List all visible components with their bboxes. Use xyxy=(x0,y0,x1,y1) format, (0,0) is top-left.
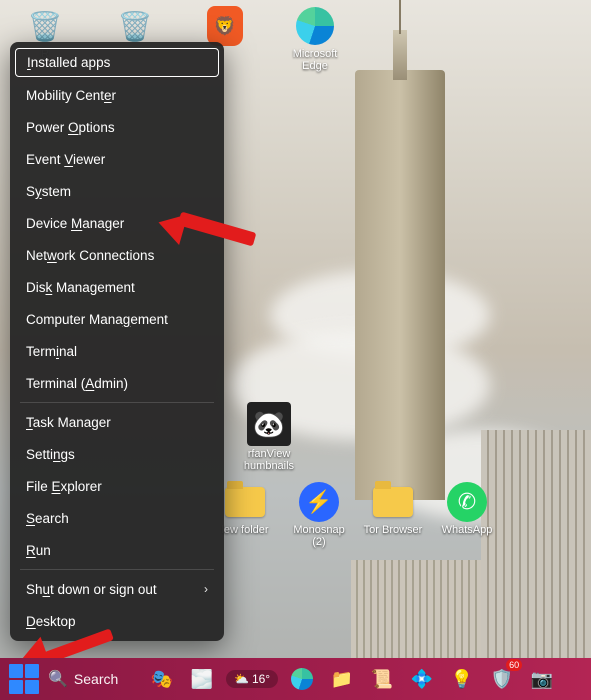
winx-item-installed-apps[interactable]: Installed apps xyxy=(15,48,219,77)
menu-item-label: Network Connections xyxy=(26,248,154,263)
menu-item-label: Computer Management xyxy=(26,312,168,327)
edge-icon xyxy=(293,6,337,46)
brave-icon: 🦁 xyxy=(203,6,247,46)
weather-icon: ⛅ xyxy=(234,672,249,686)
taskbar-pinned-app[interactable]: 📷 xyxy=(526,663,558,695)
winx-item-search[interactable]: Search xyxy=(10,502,224,534)
taskbar-weather-widget[interactable]: ⛅ 16° xyxy=(226,670,278,688)
menu-item-label: Desktop xyxy=(26,614,76,629)
folder-icon xyxy=(223,482,267,522)
desktop-icon-microsoft-edge[interactable]: Microsoft Edge xyxy=(282,6,348,72)
winx-item-terminal[interactable]: Terminal xyxy=(10,335,224,367)
folder-icon xyxy=(371,482,415,522)
desktop: 🗑️ R 🗑️ 🦁 Microsoft Edge 🐼 rfanView humb… xyxy=(0,0,591,700)
winx-item-computer-management[interactable]: Computer Management xyxy=(10,303,224,335)
taskbar-pinned-app[interactable]: 🛡️ 60 xyxy=(486,663,518,695)
desktop-icon-label: Monosnap (2) xyxy=(286,524,352,548)
winx-item-power-options[interactable]: Power Options xyxy=(10,111,224,143)
winx-power-menu: Installed apps Mobility Center Power Optio… xyxy=(10,42,224,641)
taskbar-pinned-app[interactable]: 🎭 xyxy=(146,663,178,695)
app-icon: 📷 xyxy=(531,669,553,690)
desktop-icon-tor-browser[interactable]: Tor Browser xyxy=(360,482,426,548)
winx-item-file-explorer[interactable]: File Explorer xyxy=(10,470,224,502)
taskbar-pinned-edge[interactable] xyxy=(286,663,318,695)
menu-item-label: Terminal xyxy=(26,344,77,359)
menu-item-label: Mobility Center xyxy=(26,88,116,103)
winx-item-settings[interactable]: Settings xyxy=(10,438,224,470)
winx-item-system[interactable]: System xyxy=(10,175,224,207)
taskbar-pinned-app[interactable]: 💠 xyxy=(406,663,438,695)
winx-item-desktop[interactable]: Desktop xyxy=(10,605,224,637)
desktop-icon-label: Tor Browser xyxy=(364,524,423,536)
menu-item-label: Power Options xyxy=(26,120,115,135)
desktop-icon-monosnap[interactable]: ⚡ Monosnap (2) xyxy=(286,482,352,548)
winx-item-network-connections[interactable]: Network Connections xyxy=(10,239,224,271)
menu-item-label: Settings xyxy=(26,447,75,462)
desktop-icon-label: lew folder xyxy=(221,524,268,536)
app-icon: 💡 xyxy=(451,669,473,690)
taskbar-pinned-app[interactable]: 📜 xyxy=(366,663,398,695)
chevron-right-icon: › xyxy=(204,582,208,596)
taskbar: 🔍 Search 🎭 🌫️ ⛅ 16° 📁 📜 💠 💡 🛡️ 60 📷 xyxy=(0,658,591,700)
menu-item-label: Installed apps xyxy=(27,55,110,70)
desktop-icon-irfanview-thumbnails[interactable]: 🐼 rfanView humbnails xyxy=(236,402,302,472)
winx-item-event-viewer[interactable]: Event Viewer xyxy=(10,143,224,175)
shield-icon: 🛡️ xyxy=(491,669,513,690)
winx-item-mobility-center[interactable]: Mobility Center xyxy=(10,79,224,111)
taskbar-search[interactable]: 🔍 Search xyxy=(48,669,138,689)
winx-item-run[interactable]: Run xyxy=(10,534,224,566)
edge-icon xyxy=(291,668,313,690)
desktop-icon-label: rfanView humbnails xyxy=(236,448,302,472)
desktop-icon-label: WhatsApp xyxy=(442,524,493,536)
taskbar-pinned-app[interactable]: 🌫️ xyxy=(186,663,218,695)
folder-icon: 📁 xyxy=(331,669,353,690)
notification-badge: 60 xyxy=(506,659,522,671)
winx-item-disk-management[interactable]: Disk Management xyxy=(10,271,224,303)
weather-temperature: 16° xyxy=(252,672,270,686)
menu-item-label: Device Manager xyxy=(26,216,124,231)
winx-item-shut-down-or-sign-out[interactable]: Shut down or sign out › xyxy=(10,573,224,605)
search-placeholder: Search xyxy=(74,671,118,687)
recycle-bin-icon: 🗑️ xyxy=(23,6,67,46)
desktop-icon-label: Microsoft Edge xyxy=(282,48,348,72)
menu-item-label: System xyxy=(26,184,71,199)
menu-item-label: Search xyxy=(26,511,69,526)
winx-item-terminal-admin[interactable]: Terminal (Admin) xyxy=(10,367,224,399)
menu-item-label: Shut down or sign out xyxy=(26,582,157,597)
menu-separator xyxy=(20,569,214,570)
menu-item-label: Terminal (Admin) xyxy=(26,376,128,391)
whatsapp-icon: ✆ xyxy=(447,482,487,522)
search-icon: 🔍 xyxy=(48,669,68,689)
wallpaper-building xyxy=(351,560,481,660)
menu-item-label: Event Viewer xyxy=(26,152,105,167)
desktop-icon-whatsapp[interactable]: ✆ WhatsApp xyxy=(434,482,500,548)
app-icon: 📜 xyxy=(371,669,393,690)
app-icon: 🎭 xyxy=(151,669,173,690)
taskbar-pinned-file-explorer[interactable]: 📁 xyxy=(326,663,358,695)
recycle-bin-icon: 🗑️ xyxy=(113,6,157,46)
menu-item-label: Disk Management xyxy=(26,280,135,295)
monosnap-icon: ⚡ xyxy=(299,482,339,522)
app-icon: 💠 xyxy=(411,669,433,690)
winx-item-device-manager[interactable]: Device Manager xyxy=(10,207,224,239)
menu-separator xyxy=(20,402,214,403)
app-icon: 🌫️ xyxy=(191,669,213,690)
panda-icon: 🐼 xyxy=(247,402,291,446)
menu-item-label: Task Manager xyxy=(26,415,111,430)
windows-logo-icon xyxy=(9,664,39,694)
taskbar-pinned-app[interactable]: 💡 xyxy=(446,663,478,695)
menu-item-label: Run xyxy=(26,543,51,558)
menu-item-label: File Explorer xyxy=(26,479,102,494)
winx-item-task-manager[interactable]: Task Manager xyxy=(10,406,224,438)
start-button[interactable] xyxy=(8,663,40,695)
